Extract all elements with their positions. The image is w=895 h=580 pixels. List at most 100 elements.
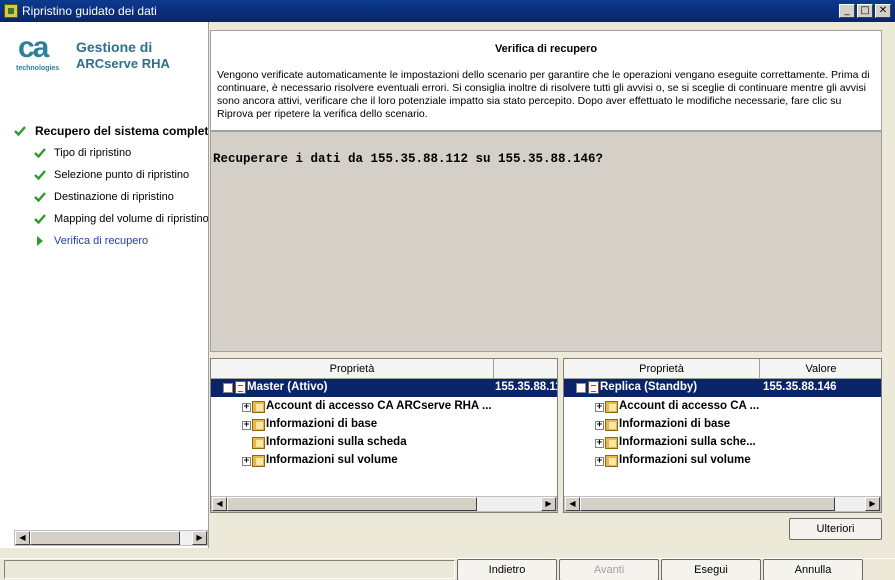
ca-logo: ca technologies xyxy=(16,32,64,80)
scroll-right-icon[interactable]: ▶ xyxy=(541,497,556,511)
back-button[interactable]: Indietro xyxy=(457,559,557,580)
title-bar: Ripristino guidato dei dati _ □ ✕ xyxy=(0,0,895,22)
tree-item[interactable]: + Informazioni di base xyxy=(564,417,881,435)
column-header-property[interactable]: Proprietà xyxy=(564,359,760,379)
folder-icon xyxy=(252,437,265,449)
step-item: Mapping del volume di ripristino xyxy=(0,210,209,232)
checkmark-icon xyxy=(34,170,46,181)
replica-grid-scrollbar[interactable]: ◀ ▶ xyxy=(564,496,881,512)
folder-icon xyxy=(605,419,618,431)
step-item: Selezione punto di ripristino xyxy=(0,166,208,188)
verification-message-area: Recuperare i dati da 155.35.88.112 su 15… xyxy=(210,131,882,352)
app-icon xyxy=(4,4,18,18)
expand-icon[interactable]: + xyxy=(242,421,251,430)
checkmark-icon xyxy=(34,148,46,159)
tree-item-label: Account di accesso CA ARCserve RHA ... xyxy=(266,400,492,412)
step-label: Destinazione di ripristino xyxy=(54,191,174,203)
scroll-right-icon[interactable]: ▶ xyxy=(865,497,880,511)
tree-item[interactable]: Informazioni sulla scheda xyxy=(211,435,557,453)
expand-icon[interactable]: + xyxy=(595,421,604,430)
left-pane-scrollbar[interactable]: ◀ ▶ xyxy=(14,530,208,546)
tree-root-label: Replica (Standby) xyxy=(600,381,698,393)
scroll-left-icon[interactable]: ◀ xyxy=(565,497,580,511)
next-button[interactable]: Avanti xyxy=(559,559,659,580)
step-label: Verifica di recupero xyxy=(54,235,149,247)
server-icon xyxy=(235,381,246,394)
replica-properties-grid[interactable]: Proprietà Valore Replica (Standby) 155.3… xyxy=(563,358,882,513)
expand-icon[interactable]: + xyxy=(595,439,604,448)
checkbox[interactable] xyxy=(576,383,586,393)
tree-item-label: Informazioni sul volume xyxy=(266,454,398,466)
folder-icon xyxy=(605,401,618,413)
window-title: Ripristino guidato dei dati xyxy=(22,4,157,18)
tree-root-label: Master (Attivo) xyxy=(247,381,328,393)
server-icon xyxy=(588,381,599,394)
page-header: Verifica di recupero Vengono verificate … xyxy=(210,30,882,131)
tree-item[interactable]: + Informazioni sulla sche... xyxy=(564,435,881,453)
tree-item-label: Informazioni di base xyxy=(266,418,378,430)
step-label: Mapping del volume di ripristino xyxy=(54,213,209,225)
checkbox[interactable] xyxy=(223,383,233,393)
folder-icon xyxy=(252,419,265,431)
step-main: Recupero del sistema completo xyxy=(0,122,209,144)
tree-item[interactable]: + Informazioni sul volume xyxy=(564,453,881,471)
scroll-thumb[interactable] xyxy=(580,497,835,511)
page-title: Verifica di recupero xyxy=(494,43,598,55)
tree-item[interactable]: + Informazioni sul volume xyxy=(211,453,557,471)
step-main-label: Recupero del sistema completo xyxy=(35,124,209,138)
tree-item-label: Informazioni sulla scheda xyxy=(266,436,407,448)
scroll-thumb[interactable] xyxy=(227,497,477,511)
logo-text: ca xyxy=(18,31,49,64)
minimize-icon[interactable]: _ xyxy=(839,4,855,18)
product-name-line2: ARCserve RHA xyxy=(76,56,170,71)
expand-icon[interactable]: + xyxy=(595,403,604,412)
checkmark-icon xyxy=(34,214,46,225)
product-name-line1: Gestione di xyxy=(76,39,153,55)
scroll-left-icon[interactable]: ◀ xyxy=(212,497,227,511)
close-icon[interactable]: ✕ xyxy=(875,4,891,18)
maximize-icon[interactable]: □ xyxy=(857,4,873,18)
step-label: Tipo di ripristino xyxy=(54,147,132,159)
tree-item[interactable]: + Informazioni di base xyxy=(211,417,557,435)
checkmark-icon xyxy=(14,126,26,137)
more-button[interactable]: Ulteriori xyxy=(789,518,882,540)
step-item-current: Verifica di recupero xyxy=(0,232,208,254)
scroll-left-icon[interactable]: ◀ xyxy=(15,531,30,545)
logo-subtext: technologies xyxy=(16,65,60,72)
wizard-steps: Recupero del sistema completo Tipo di ri… xyxy=(0,122,209,254)
scroll-thumb[interactable] xyxy=(30,531,180,545)
step-item: Tipo di ripristino xyxy=(0,144,208,166)
checkmark-icon xyxy=(34,192,46,203)
master-properties-grid[interactable]: Proprietà Master (Attivo) 155.35.88.112 … xyxy=(210,358,558,513)
folder-icon xyxy=(252,401,265,413)
page-description: Vengono verificate automaticamente le im… xyxy=(217,69,870,120)
tree-item[interactable]: + Account di accesso CA ... xyxy=(564,399,881,417)
status-field xyxy=(4,560,455,579)
column-header-value[interactable]: Valore xyxy=(760,359,881,379)
expand-icon[interactable]: + xyxy=(595,457,604,466)
cancel-button[interactable]: Annulla xyxy=(763,559,863,580)
step-item: Destinazione di ripristino xyxy=(0,188,208,210)
master-grid-scrollbar[interactable]: ◀ ▶ xyxy=(211,496,557,512)
run-button[interactable]: Esegui xyxy=(661,559,761,580)
step-label: Selezione punto di ripristino xyxy=(54,169,190,181)
expand-icon[interactable]: + xyxy=(242,457,251,466)
tree-item-label: Informazioni sulla sche... xyxy=(619,436,756,448)
folder-icon xyxy=(605,455,618,467)
tree-item-label: Account di accesso CA ... xyxy=(619,400,760,412)
tree-root-value: 155.35.88.146 xyxy=(763,381,837,393)
tree-item-label: Informazioni di base xyxy=(619,418,731,430)
wizard-step-pane: ca technologies Gestione di ARCserve RHA… xyxy=(0,22,209,548)
folder-icon xyxy=(252,455,265,467)
column-header-property[interactable]: Proprietà xyxy=(211,359,494,379)
expand-icon[interactable]: + xyxy=(242,403,251,412)
window-controls: _ □ ✕ xyxy=(839,4,891,18)
tree-item[interactable]: + Account di accesso CA ARCserve RHA ... xyxy=(211,399,557,417)
tree-root-replica[interactable]: Replica (Standby) 155.35.88.146 xyxy=(564,379,881,397)
column-header-value[interactable] xyxy=(494,359,557,379)
tree-item-label: Informazioni sul volume xyxy=(619,454,751,466)
wizard-button-bar: Indietro Avanti Esegui Annulla xyxy=(0,558,895,580)
scroll-right-icon[interactable]: ▶ xyxy=(192,531,207,545)
tree-root-master[interactable]: Master (Attivo) 155.35.88.112 xyxy=(211,379,557,397)
tree-root-value: 155.35.88.112 xyxy=(495,381,557,393)
